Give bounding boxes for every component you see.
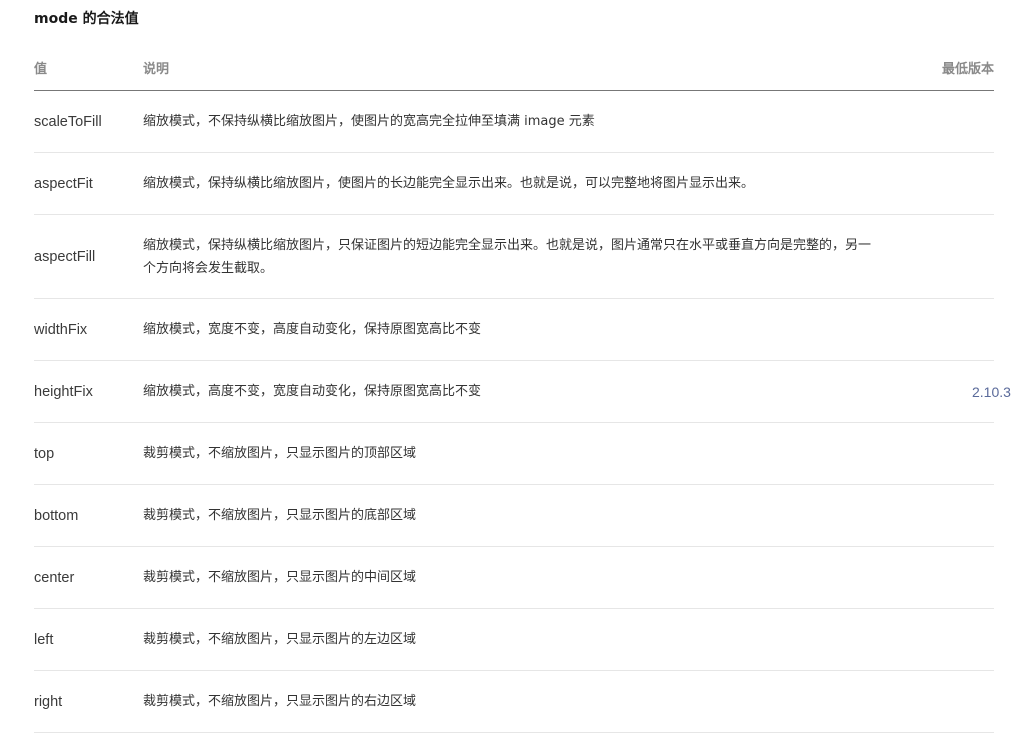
row-min-version-text: 2.10.3 [972, 383, 1011, 400]
row-description: 裁剪模式，不缩放图片，只显示图片的左边区域 [143, 608, 890, 671]
row-description: 裁剪模式，不缩放图片，只显示图片的右边区域 [143, 670, 890, 733]
row-description-text: 缩放模式，宽度不变，高度自动变化，保持原图宽高比不变 [143, 322, 482, 337]
row-value: right [34, 670, 143, 733]
table-row: scaleToFill 缩放模式，不保持纵横比缩放图片，使图片的宽高完全拉伸至填… [34, 90, 994, 153]
row-description: 裁剪模式，不缩放图片，只显示图片的顶部区域 [143, 422, 890, 485]
table-row: center 裁剪模式，不缩放图片，只显示图片的中间区域 [34, 546, 994, 609]
table-row: widthFix 缩放模式，宽度不变，高度自动变化，保持原图宽高比不变 [34, 298, 994, 361]
row-value: aspectFill [34, 214, 143, 299]
row-min-version [890, 422, 994, 485]
row-min-version [890, 152, 994, 215]
row-description: 缩放模式，高度不变，宽度自动变化，保持原图宽高比不变 [143, 360, 890, 423]
row-value: left [34, 608, 143, 671]
row-description: 缩放模式，宽度不变，高度自动变化，保持原图宽高比不变 [143, 298, 890, 361]
table-row: left 裁剪模式，不缩放图片，只显示图片的左边区域 [34, 608, 994, 671]
row-min-version [890, 484, 994, 547]
mode-values-table: 值 说明 最低版本 scaleToFill 缩放模式，不保持纵横比缩放图片，使图… [34, 46, 1011, 733]
table-row: right 裁剪模式，不缩放图片，只显示图片的右边区域 [34, 670, 994, 733]
section-title-text: mode 的合法值 [34, 11, 139, 27]
row-description-text: 裁剪模式，不缩放图片，只显示图片的右边区域 [143, 694, 417, 709]
row-value: scaleToFill [34, 90, 143, 153]
table-row: aspectFill 缩放模式，保持纵横比缩放图片，只保证图片的短边能完全显示出… [34, 214, 994, 299]
row-min-version [890, 546, 994, 609]
row-description-text: 裁剪模式，不缩放图片，只显示图片的左边区域 [143, 632, 417, 647]
table-row: heightFix 缩放模式，高度不变，宽度自动变化，保持原图宽高比不变 2.1… [34, 360, 1011, 423]
row-min-version [890, 298, 994, 361]
row-min-version [890, 90, 994, 153]
row-description-text: 裁剪模式，不缩放图片，只显示图片的底部区域 [143, 508, 417, 523]
section-title: mode 的合法值 [34, 0, 994, 46]
row-min-version [890, 214, 994, 299]
row-value: top [34, 422, 143, 485]
row-description: 裁剪模式，不缩放图片，只显示图片的底部区域 [143, 484, 890, 547]
column-header-value: 值 [34, 46, 143, 91]
row-description: 裁剪模式，不缩放图片，只显示图片的中间区域 [143, 546, 890, 609]
table-header-row: 值 说明 最低版本 [34, 46, 994, 91]
table-row: top 裁剪模式，不缩放图片，只显示图片的顶部区域 [34, 422, 994, 485]
row-description: 缩放模式，不保持纵横比缩放图片，使图片的宽高完全拉伸至填满 image 元素 [143, 90, 890, 153]
row-value: heightFix [34, 360, 143, 423]
row-description-text: 缩放模式，保持纵横比缩放图片，只保证图片的短边能完全显示出来。也就是说，图片通常… [143, 237, 872, 276]
row-description: 缩放模式，保持纵横比缩放图片，只保证图片的短边能完全显示出来。也就是说，图片通常… [143, 214, 890, 299]
row-description-text: 缩放模式，高度不变，宽度自动变化，保持原图宽高比不变 [143, 384, 482, 399]
row-value: aspectFit [34, 152, 143, 215]
row-value: widthFix [34, 298, 143, 361]
column-header-min-version: 最低版本 [890, 46, 994, 91]
row-min-version: 2.10.3 [890, 360, 1011, 423]
table-row: bottom 裁剪模式，不缩放图片，只显示图片的底部区域 [34, 484, 994, 547]
table-row: aspectFit 缩放模式，保持纵横比缩放图片，使图片的长边能完全显示出来。也… [34, 152, 994, 215]
column-header-description: 说明 [143, 46, 890, 91]
row-min-version [890, 608, 994, 671]
row-min-version [890, 670, 994, 733]
row-description: 缩放模式，保持纵横比缩放图片，使图片的长边能完全显示出来。也就是说，可以完整地将… [143, 152, 890, 215]
row-description-text: 裁剪模式，不缩放图片，只显示图片的顶部区域 [143, 446, 417, 461]
row-description-text: 裁剪模式，不缩放图片，只显示图片的中间区域 [143, 570, 417, 585]
mode-values-section: mode 的合法值 值 说明 最低版本 scaleToFill 缩放模式，不保持… [34, 0, 1011, 733]
row-description-text: 缩放模式，保持纵横比缩放图片，使图片的长边能完全显示出来。也就是说，可以完整地将… [143, 176, 755, 191]
row-value: bottom [34, 484, 143, 547]
row-value: center [34, 546, 143, 609]
row-description-text: 缩放模式，不保持纵横比缩放图片，使图片的宽高完全拉伸至填满 image 元素 [143, 114, 595, 129]
